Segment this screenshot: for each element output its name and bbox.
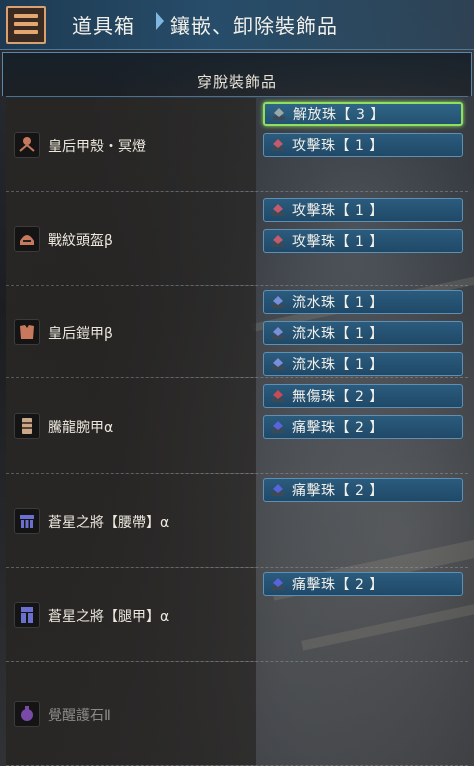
equipment-name: 皇后鎧甲β [48,326,113,342]
equipment-slot[interactable] [6,662,256,765]
decoration-label: 痛擊珠【 2 】 [292,420,384,436]
decoration-gem-icon [270,202,286,218]
decoration-gem-icon [270,388,286,404]
menu-icon[interactable] [6,6,46,44]
decoration-label: 痛擊珠【 2 】 [292,483,384,499]
decoration-label: 攻擊珠【 1 】 [292,203,384,219]
gauntlet-icon [14,413,40,439]
decoration-label: 流水珠【 1 】 [292,357,384,373]
breadcrumb-arrow-icon [156,12,164,30]
decoration-slot[interactable]: 無傷珠【 2 】 [263,384,463,408]
decoration-slot[interactable]: 痛擊珠【 2 】 [263,572,463,596]
decoration-slot[interactable]: 流水珠【 1 】 [263,352,463,376]
decoration-slot[interactable]: 攻擊珠【 1 】 [263,229,463,253]
decoration-slot[interactable]: 痛擊珠【 2 】 [263,415,463,439]
decoration-label: 痛擊珠【 2 】 [292,577,384,593]
decoration-label: 解放珠【 3 】 [293,107,385,123]
helmet-icon [14,226,40,252]
decoration-label: 無傷珠【 2 】 [292,389,384,405]
panel-title: 穿脫裝飾品 [196,73,277,91]
equipment-name: 蒼星之將【腰帶】α [48,515,170,531]
decoration-gem-icon [270,576,286,592]
decoration-slot[interactable]: 攻擊珠【 1 】 [263,133,463,157]
equipment-name: 蒼星之將【腿甲】α [48,609,170,625]
decoration-gem-icon [270,233,286,249]
charm-icon [14,701,40,727]
header-subtitle: 鑲嵌、卸除裝飾品 [170,14,338,38]
header-title: 道具箱 [72,14,135,38]
decoration-gem-icon [271,106,287,122]
top-header: 道具箱 鑲嵌、卸除裝飾品 [0,0,474,50]
decoration-slot[interactable]: 痛擊珠【 2 】 [263,478,463,502]
equipment-slot[interactable] [6,378,256,473]
decoration-gem-icon [270,419,286,435]
panel-header: 穿脫裝飾品 [2,52,472,96]
chest-armor-icon [14,319,40,345]
equipment-row[interactable]: 覺醒護石Ⅱ [6,662,468,766]
decoration-slot[interactable]: 流水珠【 1 】 [263,321,463,345]
equipment-slot[interactable] [6,286,256,377]
equipment-name: 戰紋頭盔β [48,233,113,249]
decoration-gem-icon [270,294,286,310]
decoration-label: 流水珠【 1 】 [292,326,384,342]
decoration-gem-icon [270,356,286,372]
decoration-gem-icon [270,482,286,498]
charm-weapon-icon [14,132,40,158]
panel-divider [6,96,468,97]
equipment-name: 騰龍腕甲α [48,420,114,436]
decoration-slot[interactable]: 解放珠【 3 】 [263,102,463,126]
decoration-slot[interactable]: 攻擊珠【 1 】 [263,198,463,222]
decoration-panel: 穿脫裝飾品 皇后甲殼・冥燈 解放珠【 3 】攻擊珠【 1 】戰紋頭盔β 攻擊珠【 1… [0,52,474,766]
decoration-label: 攻擊珠【 1 】 [292,138,384,154]
waist-armor-icon [14,508,40,534]
decoration-gem-icon [270,325,286,341]
decoration-gem-icon [270,137,286,153]
equipment-name: 皇后甲殼・冥燈 [48,139,146,155]
decoration-slot[interactable]: 流水珠【 1 】 [263,290,463,314]
decoration-label: 攻擊珠【 1 】 [292,234,384,250]
leg-armor-icon [14,602,40,628]
equipment-name: 覺醒護石Ⅱ [48,708,111,724]
decoration-label: 流水珠【 1 】 [292,295,384,311]
equipment-slot[interactable] [6,192,256,285]
